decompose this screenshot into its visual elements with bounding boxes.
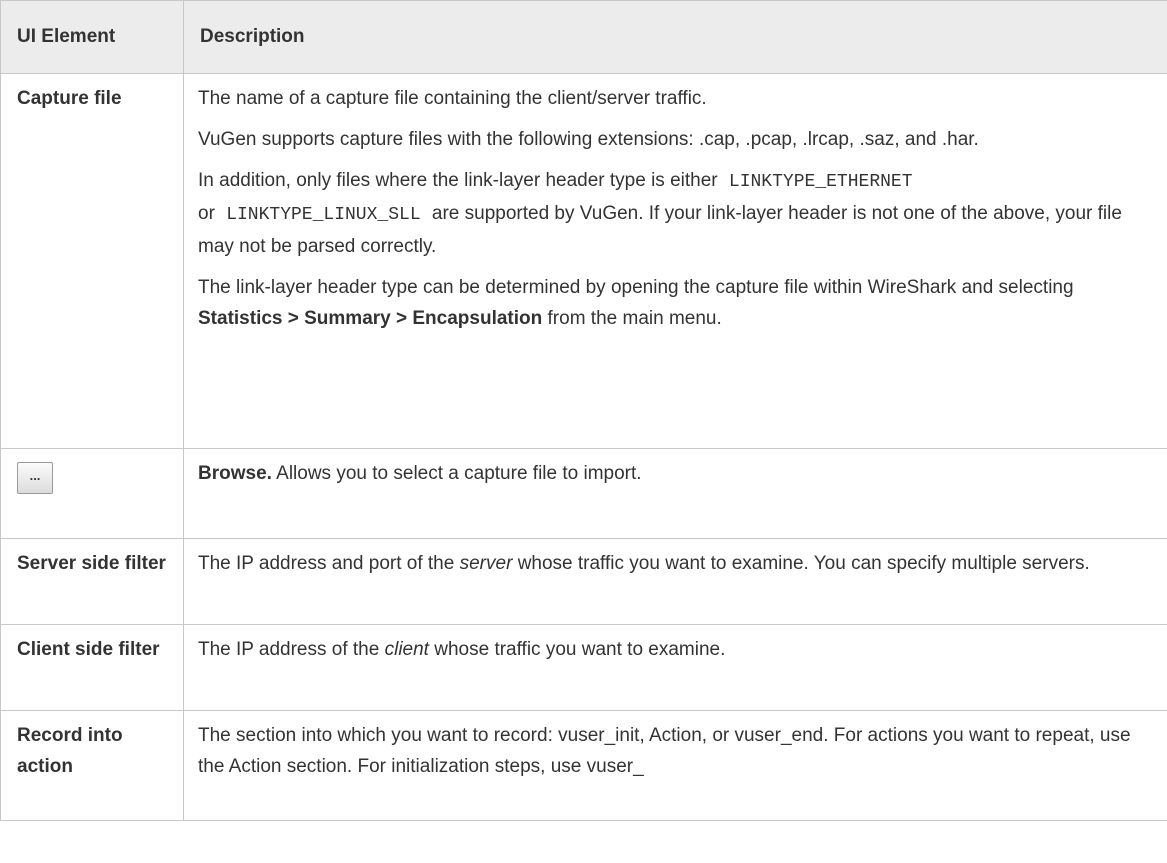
capture-file-p1: The name of a capture file containing th…: [198, 88, 707, 109]
browse-button[interactable]: ...: [17, 462, 53, 494]
server-filter-a: The IP address and port of the: [198, 553, 455, 574]
linktype-ethernet-code: LINKTYPE_ETHERNET: [728, 172, 913, 192]
browse-text: Allows you to select a capture file to i…: [276, 463, 642, 484]
header-ui-element: UI Element: [0, 0, 184, 74]
client-filter-a: The IP address of the: [198, 639, 380, 660]
table-row-client-side-filter: Client side filter The IP address of the…: [0, 624, 1167, 711]
server-side-filter-label: Server side filter: [0, 538, 184, 625]
linktype-linux-sll-code: LINKTYPE_LINUX_SLL: [226, 205, 421, 225]
browse-bold: Browse.: [198, 463, 272, 484]
client-filter-italic: client: [384, 639, 429, 660]
capture-file-p4-b: from the main menu.: [547, 308, 722, 329]
capture-file-description: The name of a capture file containing th…: [183, 73, 1167, 449]
capture-file-p3-a: In addition, only files where the link-l…: [198, 170, 718, 191]
table-row-capture-file: Capture file The name of a capture file …: [0, 73, 1167, 449]
client-filter-b: whose traffic you want to examine.: [434, 639, 726, 660]
capture-file-p4: The link-layer header type can be determ…: [198, 272, 1153, 334]
table-row-record-into-action: Record into action The section into whic…: [0, 710, 1167, 821]
server-filter-b: whose traffic you want to examine. You c…: [517, 553, 1090, 574]
capture-file-p3: In addition, only files where the link-l…: [198, 165, 1153, 262]
table-row-browse: ... Browse. Allows you to select a captu…: [0, 448, 1167, 539]
table-row-server-side-filter: Server side filter The IP address and po…: [0, 538, 1167, 625]
capture-file-p3-b: or: [198, 203, 215, 224]
client-side-filter-description: The IP address of the client whose traff…: [183, 624, 1167, 711]
record-into-action-label: Record into action: [0, 710, 184, 821]
browse-cell: ...: [0, 448, 184, 539]
record-into-action-description: The section into which you want to recor…: [183, 710, 1167, 821]
client-side-filter-label: Client side filter: [0, 624, 184, 711]
menu-path: Statistics > Summary > Encapsulation: [198, 308, 543, 329]
server-side-filter-description: The IP address and port of the server wh…: [183, 538, 1167, 625]
ui-element-table: UI Element Description Capture file The …: [0, 0, 1167, 821]
table-header-row: UI Element Description: [0, 0, 1167, 74]
header-description: Description: [183, 0, 1167, 74]
browse-description: Browse. Allows you to select a capture f…: [183, 448, 1167, 539]
capture-file-p4-a: The link-layer header type can be determ…: [198, 277, 1074, 298]
capture-file-label: Capture file: [0, 73, 184, 449]
capture-file-p2: VuGen supports capture files with the fo…: [198, 129, 979, 150]
server-filter-italic: server: [459, 553, 513, 574]
